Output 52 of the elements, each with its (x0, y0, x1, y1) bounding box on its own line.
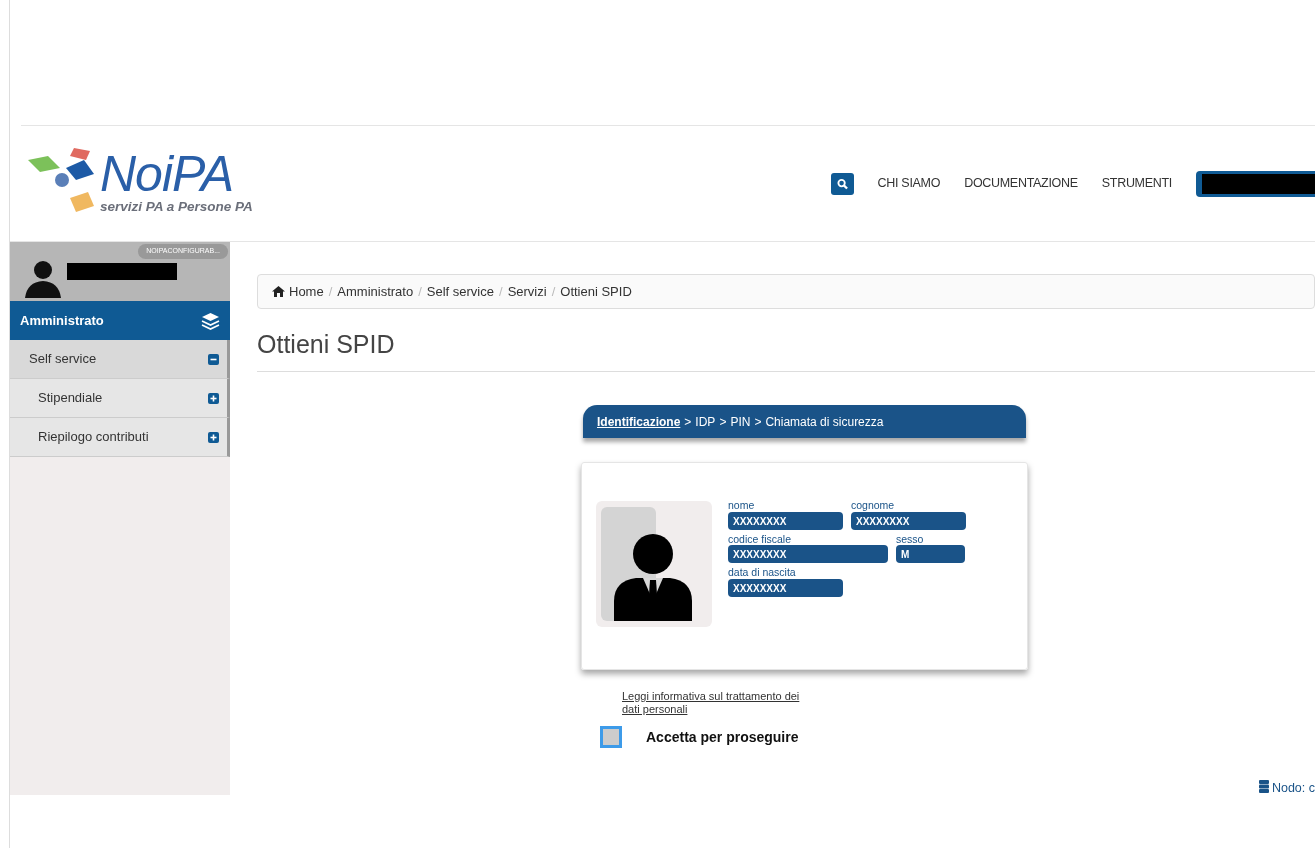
accept-checkbox[interactable] (600, 726, 622, 749)
breadcrumb-separator: / (418, 282, 422, 301)
breadcrumb-separator: / (499, 282, 503, 301)
field-value: M (896, 545, 965, 564)
step-label: Chiamata di sicurezza (765, 413, 884, 431)
field-label: cognome (851, 500, 896, 512)
breadcrumb-separator: / (328, 282, 333, 301)
node-label: Nodo: c (1271, 781, 1315, 796)
field-label: codice fiscale (728, 533, 793, 546)
expand-icon (208, 431, 219, 443)
field-value: XXXXXXXX (728, 578, 843, 597)
breadcrumb-link[interactable]: Home (272, 281, 324, 302)
step-label[interactable]: Identificazione (597, 412, 681, 431)
logo-title: NoiPA (100, 149, 234, 200)
nav-link[interactable]: STRUMENTI (1101, 174, 1172, 193)
accept-label: Accetta per proseguire (646, 727, 799, 747)
breadcrumb-link[interactable]: Ottieni SPID (560, 281, 632, 302)
step-separator: > (684, 413, 692, 431)
expand-icon (208, 392, 219, 404)
search-icon (836, 177, 848, 190)
page-title: Ottieni SPID (257, 329, 1315, 372)
step-separator: > (719, 413, 727, 431)
account-button[interactable] (1196, 170, 1315, 197)
user-avatar-icon (23, 258, 63, 298)
section-header[interactable]: Amministrato (10, 301, 230, 340)
breadcrumb-link[interactable]: Servizi (507, 281, 547, 302)
person-icon (596, 501, 712, 627)
field-value: XXXXXXXX (728, 545, 888, 564)
field-value: XXXXXXXX (728, 511, 843, 530)
step-separator: > (754, 413, 762, 431)
sidebar-item[interactable]: Self service (10, 340, 230, 379)
search-button[interactable] (830, 172, 854, 195)
step-label: IDP (695, 413, 716, 431)
breadcrumb-link[interactable]: Self service (426, 281, 494, 302)
sidebar-item[interactable]: Stipendiale (10, 379, 230, 418)
layers-icon (201, 311, 220, 330)
sidebar-item[interactable]: Riepilogo contributi (10, 418, 230, 457)
server-icon (1258, 780, 1269, 794)
nav-link[interactable]: DOCUMENTAZIONE (964, 174, 1078, 193)
breadcrumb-separator: / (551, 282, 556, 301)
collapse-icon (208, 353, 219, 365)
field-label: nome (728, 500, 756, 512)
section-title: Amministrato (20, 311, 104, 330)
step-label: PIN (730, 413, 751, 431)
field-label: sesso (896, 533, 925, 546)
home-icon (272, 285, 285, 297)
field-label: data di nascita (728, 567, 797, 579)
logo-tagline: servizi PA a Persone PA (100, 198, 253, 217)
field-value: XXXXXXXX (851, 511, 966, 530)
breadcrumb-link[interactable]: Amministrato (337, 281, 414, 302)
privacy-link[interactable]: Leggi informativa sul trattamento dei dati personali (622, 690, 802, 717)
nav-link[interactable]: CHI SIAMO (877, 174, 941, 193)
